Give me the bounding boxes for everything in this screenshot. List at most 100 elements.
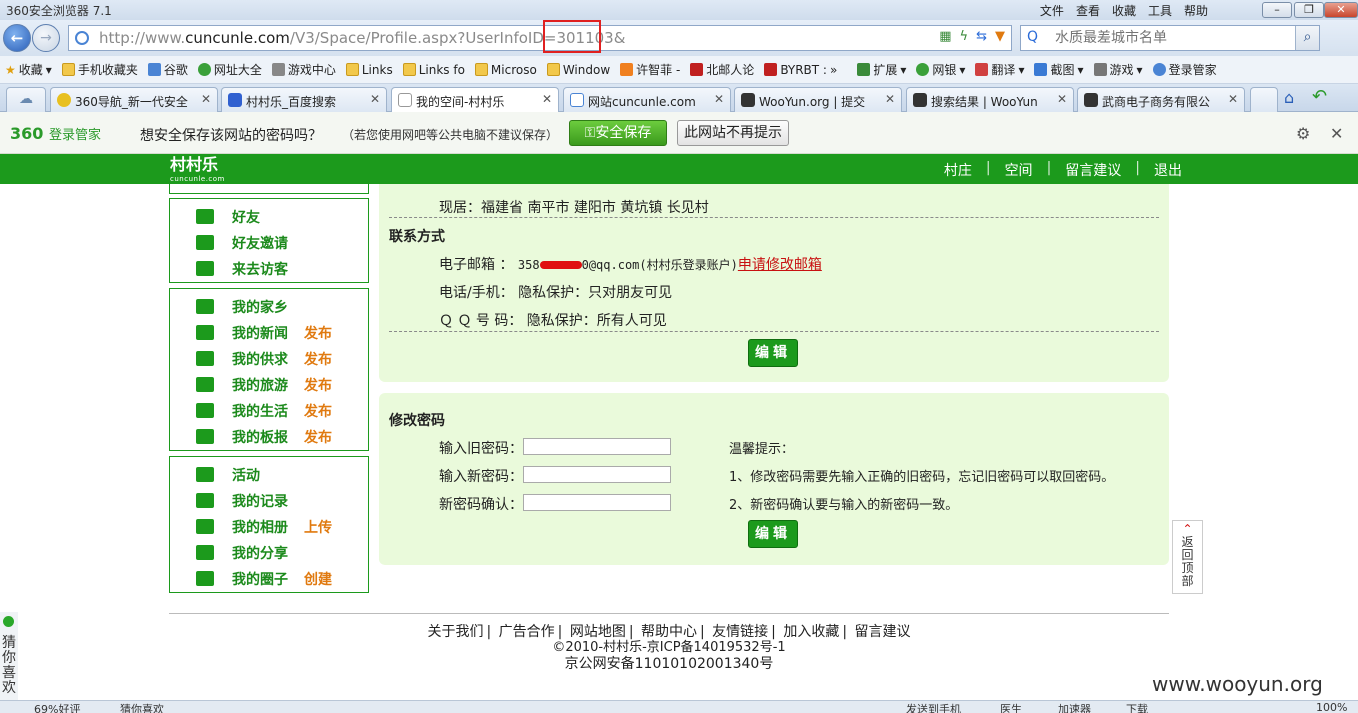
- menu-tools[interactable]: 工具: [1148, 2, 1172, 19]
- upload-link[interactable]: 上传: [304, 517, 332, 537]
- fav-microsoft[interactable]: Microso: [470, 63, 542, 77]
- close-tab-icon[interactable]: ✕: [714, 92, 724, 106]
- forward-button[interactable]: →: [32, 24, 60, 52]
- close-tab-icon[interactable]: ✕: [885, 92, 895, 106]
- confirm-password-field[interactable]: [523, 494, 671, 511]
- dropdown-icon[interactable]: ▼: [995, 29, 1005, 44]
- back-button[interactable]: ←: [3, 24, 31, 52]
- doctor-button[interactable]: 医生: [1000, 701, 1022, 713]
- change-email-link[interactable]: 申请修改邮箱: [738, 257, 822, 273]
- fav-links-for[interactable]: Links fo: [398, 63, 470, 77]
- menu-favorites[interactable]: 收藏: [1112, 2, 1136, 19]
- tab-my-space[interactable]: 我的空间-村村乐 ✕: [391, 87, 559, 113]
- close-window-button[interactable]: ✕: [1324, 2, 1358, 18]
- create-link[interactable]: 创建: [304, 569, 332, 589]
- nav-space[interactable]: 空间: [1005, 160, 1033, 180]
- tab-baidu-search[interactable]: 村村乐_百度搜索 ✕: [221, 87, 387, 112]
- tab-wooyun-search[interactable]: 搜索结果 | WooYun ✕: [906, 87, 1074, 112]
- old-password-field[interactable]: [523, 438, 671, 455]
- publish-link[interactable]: 发布: [304, 349, 332, 369]
- residence-text: 现居：福建省 南平市 建阳市 黄坑镇 长见村: [439, 200, 709, 216]
- nav-logout[interactable]: 退出: [1154, 160, 1182, 180]
- zoom-level[interactable]: 100%: [1316, 701, 1347, 713]
- compat-mode-icon[interactable]: ⇆: [976, 29, 987, 44]
- fav-google[interactable]: 谷歌: [143, 61, 193, 78]
- tab-wushang[interactable]: 武商电子商务有限公 ✕: [1077, 87, 1245, 112]
- accelerator-button[interactable]: 加速器: [1058, 701, 1091, 713]
- undo-close-icon[interactable]: ↶: [1312, 86, 1327, 107]
- fav-directory[interactable]: 网址大全: [193, 61, 267, 78]
- fav-byr-forum[interactable]: 北邮人论: [685, 61, 759, 78]
- search-engine-icon[interactable]: Q: [1027, 29, 1038, 45]
- back-to-top-button[interactable]: ⌃ 返回顶部: [1172, 520, 1203, 594]
- toolbar-login-manager[interactable]: 登录管家: [1148, 61, 1222, 78]
- close-tab-icon[interactable]: ✕: [201, 92, 211, 106]
- qr-icon[interactable]: ▦: [939, 29, 951, 44]
- fav-mobile[interactable]: 手机收藏夹: [57, 61, 143, 78]
- redaction-mark: [539, 261, 582, 269]
- edit-contact-button[interactable]: 编辑: [748, 339, 798, 367]
- footer-bookmark[interactable]: 加入收藏: [783, 624, 839, 640]
- status-guess[interactable]: 猜你喜欢: [120, 701, 164, 713]
- fav-collect[interactable]: ★ 收藏 ▾: [0, 61, 57, 78]
- new-tab-button[interactable]: [1250, 87, 1278, 112]
- fav-xuzhifei[interactable]: 许智菲 -: [615, 61, 685, 78]
- close-tab-icon[interactable]: ✕: [370, 92, 380, 106]
- toolbar-bank[interactable]: 网银 ▾: [911, 61, 970, 78]
- toolbar-games[interactable]: 游戏 ▾: [1089, 61, 1148, 78]
- close-icon[interactable]: ✕: [1330, 124, 1343, 143]
- publish-link[interactable]: 发布: [304, 375, 332, 395]
- add-friend-icon: [196, 235, 214, 250]
- gear-icon[interactable]: ⚙: [1296, 124, 1310, 143]
- footer-about[interactable]: 关于我们: [427, 624, 483, 640]
- search-input[interactable]: [1055, 29, 1295, 47]
- toolbar-extensions[interactable]: 扩展 ▾: [852, 61, 911, 78]
- address-bar[interactable]: http://www.cuncunle.com/V3/Space/Profile…: [68, 25, 1012, 51]
- sidebar-group-friends: 好友 好友邀请 来去访客: [169, 198, 369, 283]
- close-tab-icon[interactable]: ✕: [1228, 92, 1238, 106]
- toolbar-screenshot[interactable]: 截图 ▾: [1029, 61, 1088, 78]
- new-password-field[interactable]: [523, 466, 671, 483]
- footer-feedback[interactable]: 留言建议: [855, 624, 911, 640]
- menu-file[interactable]: 文件: [1040, 2, 1064, 19]
- minimize-button[interactable]: –: [1262, 2, 1292, 18]
- browser-menu: 文件 查看 收藏 工具 帮助: [1040, 2, 1208, 19]
- safe-save-button[interactable]: ⚿安全保存: [569, 120, 667, 146]
- nav-village[interactable]: 村庄: [944, 160, 972, 180]
- folder-icon: [474, 63, 488, 76]
- lightning-icon[interactable]: ϟ: [960, 29, 969, 44]
- nav-feedback[interactable]: 留言建议: [1065, 160, 1121, 180]
- close-tab-icon[interactable]: ✕: [1057, 92, 1067, 106]
- publish-link[interactable]: 发布: [304, 323, 332, 343]
- tip-1: 1、修改密码需要先输入正确的旧密码，忘记旧密码可以取回密码。: [729, 470, 1115, 485]
- fav-byrbt[interactable]: BYRBT : »: [759, 63, 842, 77]
- maximize-button[interactable]: ❐: [1294, 2, 1324, 18]
- menu-help[interactable]: 帮助: [1184, 2, 1208, 19]
- home-icon[interactable]: ⌂: [1284, 88, 1294, 107]
- rating-text[interactable]: 69%好评: [34, 701, 80, 713]
- new-tab-cloud[interactable]: ☁: [6, 87, 46, 112]
- fav-games[interactable]: 游戏中心: [267, 61, 341, 78]
- toolbar-translate[interactable]: 翻译 ▾: [970, 61, 1029, 78]
- footer-sitemap[interactable]: 网站地图: [570, 624, 626, 640]
- guess-you-like-panel[interactable]: 猜你喜欢: [0, 612, 18, 700]
- sidebar-group-content: 我的家乡 我的新闻 发布 我的供求 发布 我的旅游 发布 我的生活 发布 我的板报 发布: [169, 288, 369, 451]
- download-button[interactable]: 下载: [1126, 701, 1148, 713]
- tab-360-nav[interactable]: 360导航_新一代安全 ✕: [50, 87, 218, 112]
- send-to-phone[interactable]: 发送到手机: [906, 701, 961, 713]
- close-tab-icon[interactable]: ✕: [542, 92, 552, 106]
- publish-link[interactable]: 发布: [304, 401, 332, 421]
- footer-help[interactable]: 帮助中心: [641, 624, 697, 640]
- footer-ads[interactable]: 广告合作: [499, 624, 555, 640]
- fav-links[interactable]: Links: [341, 63, 398, 77]
- menu-view[interactable]: 查看: [1076, 2, 1100, 19]
- fav-windows[interactable]: Window: [542, 63, 615, 77]
- submit-password-button[interactable]: 编辑: [748, 520, 798, 548]
- tab-cuncunle-site[interactable]: 网站cuncunle.com ✕: [563, 87, 731, 112]
- tab-wooyun-submit[interactable]: WooYun.org | 提交 ✕: [734, 87, 902, 112]
- never-prompt-button[interactable]: 此网站不再提示: [677, 120, 789, 146]
- site-logo[interactable]: 村村乐 cuncunle.com: [170, 157, 225, 186]
- publish-link[interactable]: 发布: [304, 427, 332, 447]
- footer-friend-links[interactable]: 友情链接: [712, 624, 768, 640]
- search-icon[interactable]: ⌕: [1295, 26, 1319, 50]
